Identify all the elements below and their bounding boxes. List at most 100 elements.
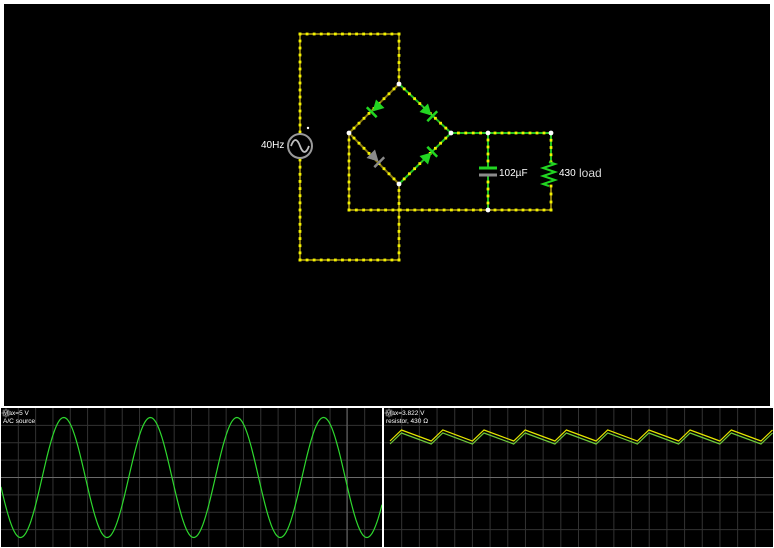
current-dot [298, 158, 302, 162]
scope-plot [384, 408, 773, 547]
current-dot [362, 146, 366, 150]
current-dot [298, 60, 302, 64]
current-dot [471, 131, 475, 135]
current-dot [298, 102, 302, 106]
current-dot [528, 131, 532, 135]
current-dot [397, 46, 401, 50]
current-dot [444, 136, 448, 140]
current-dot [486, 159, 490, 163]
scope-ac-source[interactable]: Max=5 V A/C source [1, 408, 382, 547]
current-dot [397, 258, 401, 262]
current-dot [376, 208, 380, 212]
current-dot [298, 81, 302, 85]
bridge-rectifier[interactable] [365, 99, 439, 169]
scope-name-label: resistor, 430 Ω [386, 417, 429, 425]
current-dot [397, 215, 401, 219]
current-dot [369, 208, 373, 212]
capacitor[interactable] [479, 166, 497, 177]
current-dot [521, 131, 525, 135]
current-dot [486, 180, 490, 184]
current-dot [413, 97, 416, 101]
current-dot [312, 258, 316, 262]
current-dot [435, 208, 439, 212]
current-dot [298, 237, 302, 240]
current-dot [397, 39, 401, 43]
current-dot [298, 116, 302, 120]
current-dot [493, 208, 497, 212]
current-dot [397, 244, 401, 248]
current-dot [406, 208, 409, 212]
current-dot [391, 208, 395, 212]
current-dot [298, 130, 302, 134]
current-dot [549, 184, 553, 188]
current-dot [397, 75, 401, 79]
current-dot [514, 131, 518, 135]
current-dot [298, 222, 302, 226]
current-dot [464, 131, 468, 135]
current-dot [298, 88, 302, 92]
current-dot [434, 116, 437, 120]
current-dot [383, 258, 387, 262]
circuit-canvas[interactable]: 40Hz 102µF 430 load [4, 4, 770, 406]
junction-node [485, 207, 491, 213]
current-dot [397, 237, 401, 240]
current-dot [367, 152, 371, 155]
current-dot [352, 136, 356, 140]
current-dot [354, 208, 358, 212]
current-dot [442, 208, 446, 212]
circuit-schematic[interactable] [4, 4, 770, 406]
current-dot [387, 92, 391, 96]
current-dot [347, 208, 351, 212]
scope-name-label: A/C source [3, 417, 36, 425]
load-resistor[interactable] [539, 161, 559, 187]
current-dot [549, 153, 553, 157]
current-dot [434, 146, 437, 150]
current-dot [347, 173, 351, 177]
current-dot [390, 32, 394, 36]
current-dot [500, 208, 504, 212]
current-dot [312, 32, 316, 36]
current-dot [362, 32, 366, 36]
current-dot [298, 251, 302, 255]
scope-load-resistor[interactable]: Max=3.822 V resistor, 430 Ω [384, 408, 773, 547]
current-dot [348, 32, 351, 36]
current-dot [341, 258, 344, 262]
current-dot [542, 131, 546, 135]
current-dot [352, 126, 356, 130]
current-dot [549, 138, 553, 142]
current-dot [450, 208, 453, 212]
current-dot [382, 167, 386, 171]
current-dots [298, 32, 553, 262]
current-dot [298, 208, 302, 212]
current-dot [397, 251, 401, 255]
current-dot [298, 201, 302, 205]
current-dot [500, 131, 504, 135]
current-dot [326, 258, 330, 262]
current-dot [333, 32, 337, 36]
resistor-value-label: 430 [559, 168, 576, 179]
junction-node [396, 81, 402, 87]
current-dot [367, 112, 371, 115]
current-dot [298, 258, 302, 262]
current-dot [535, 208, 539, 212]
current-dot [298, 187, 302, 190]
current-dot [402, 87, 406, 91]
gear-icon[interactable] [384, 408, 394, 418]
junction-node [485, 130, 491, 136]
current-dot [390, 258, 394, 262]
current-dot [420, 208, 424, 212]
junction-node [396, 181, 402, 187]
current-dot [392, 177, 396, 181]
current-dot [464, 208, 468, 212]
current-dot [298, 39, 302, 43]
gear-icon[interactable] [1, 408, 11, 418]
current-dot [397, 195, 401, 199]
current-dot [413, 208, 417, 212]
source-frequency-label: 40Hz [261, 140, 285, 151]
current-dot [362, 116, 366, 120]
current-dot [376, 32, 380, 36]
current-dot [298, 180, 302, 183]
current-dot [305, 258, 309, 262]
current-dot [347, 194, 351, 198]
scope-trace-load-voltage [389, 429, 773, 442]
